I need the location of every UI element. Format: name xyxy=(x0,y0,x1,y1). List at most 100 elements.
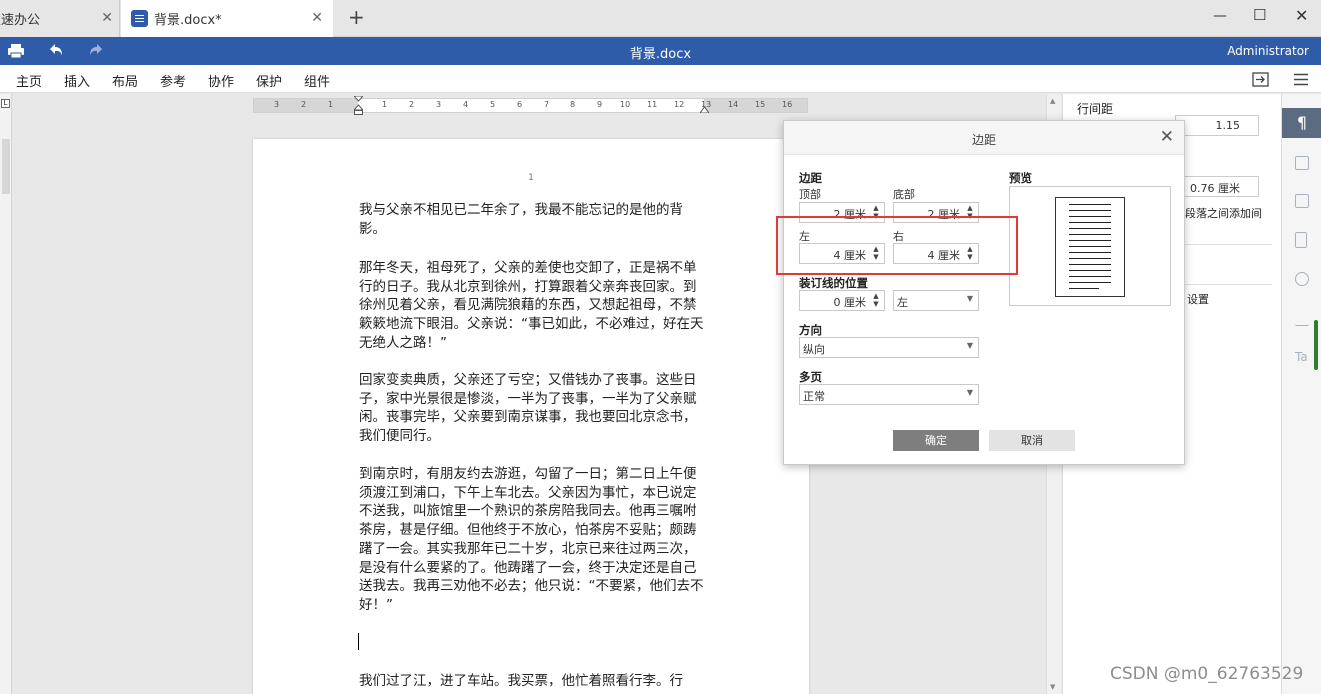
bottom-margin-spinner[interactable]: 2 厘米 ▲ ▼ xyxy=(893,202,979,223)
document-title: 背景.docx xyxy=(629,47,692,62)
chevron-down-icon: ▼ xyxy=(966,388,973,397)
right-indent-marker-icon[interactable] xyxy=(700,104,709,113)
select-value: 左 xyxy=(897,296,908,309)
left-margin-label: 左 xyxy=(799,230,810,243)
header-footer-icon[interactable] xyxy=(1295,232,1307,248)
spinner-arrows-icon[interactable]: ▲ ▼ xyxy=(870,292,882,309)
menu-collaborate[interactable]: 协作 xyxy=(208,71,234,90)
dialog-header[interactable]: 边距 ✕ xyxy=(784,121,1184,155)
ok-button[interactable]: 确定 xyxy=(893,430,979,451)
ruler-tick-label: 3 xyxy=(274,100,280,109)
chevron-down-icon: ▼ xyxy=(966,341,973,350)
ruler-tick-label: 16 xyxy=(782,100,793,109)
left-margin-spinner[interactable]: 4 厘米 ▲ ▼ xyxy=(799,243,885,264)
ruler-tick-label: 1 xyxy=(328,100,334,109)
chevron-down-icon: ▼ xyxy=(966,294,973,303)
right-sidebar: ¶ Ta xyxy=(1281,94,1321,694)
top-margin-label: 顶部 xyxy=(799,188,821,201)
ruler-tick-label: 14 xyxy=(728,100,739,109)
menu-protect[interactable]: 保护 xyxy=(256,71,282,90)
close-icon[interactable]: ✕ xyxy=(311,10,323,26)
menu-bar: 主页 插入 布局 参考 协作 保护 组件 xyxy=(0,65,1321,93)
spinner-arrows-icon[interactable]: ▲ ▼ xyxy=(870,204,882,221)
open-location-icon[interactable] xyxy=(1252,72,1269,87)
spinner-value: 4 厘米 xyxy=(833,249,867,262)
paragraph[interactable]: 我与父亲不相见已二年余了，我最不能忘记的是他的背影。 xyxy=(359,201,704,238)
close-icon[interactable]: ✕ xyxy=(101,10,113,26)
tab-bar: 极速办公 ✕ 背景.docx* ✕ + — ☐ ✕ xyxy=(0,0,1321,37)
multipage-select[interactable]: 正常 ▼ xyxy=(799,384,979,405)
gutter-spinner[interactable]: 0 厘米 ▲ ▼ xyxy=(799,290,885,311)
table-icon[interactable] xyxy=(1295,156,1309,170)
gutter-position-select[interactable]: 左 ▼ xyxy=(893,290,979,311)
spinner-value: 2 厘米 xyxy=(833,208,867,221)
ruler-tick-label: 1 xyxy=(382,100,388,109)
minimize-icon[interactable]: — xyxy=(1213,8,1227,24)
vertical-ruler[interactable]: L xyxy=(0,94,12,694)
spinner-value: 2 厘米 xyxy=(927,208,961,221)
top-margin-spinner[interactable]: 2 厘米 ▲ ▼ xyxy=(799,202,885,223)
gutter-label: 装订线的位置 xyxy=(799,276,868,290)
select-value: 纵向 xyxy=(803,343,825,356)
margin-preview xyxy=(1009,186,1171,306)
close-window-icon[interactable]: ✕ xyxy=(1295,6,1308,25)
paragraph[interactable]: 回家变卖典质，父亲还了亏空；又借钱办了丧事。这些日子，家中光景很是惨淡，一半为了… xyxy=(359,371,704,446)
page-number: 1 xyxy=(528,173,534,183)
new-tab-icon[interactable]: + xyxy=(348,7,365,27)
paragraph-icon[interactable]: ¶ xyxy=(1282,108,1321,138)
chart-icon[interactable] xyxy=(1295,312,1309,326)
indent-marker-icon[interactable] xyxy=(354,96,363,116)
ruler-tick-label: 15 xyxy=(755,100,766,109)
tab-app-home[interactable]: 极速办公 ✕ xyxy=(0,0,120,37)
sidebar-scroll-indicator[interactable] xyxy=(1314,320,1318,370)
spinner-arrows-icon[interactable]: ▲ ▼ xyxy=(870,245,882,262)
spinner-value: 4 厘米 xyxy=(927,249,961,262)
user-name[interactable]: Administrator xyxy=(1227,44,1309,58)
paragraph[interactable]: 到南京时，有朋友约去游逛，勾留了一日；第二日上午便须渡江到浦口，下午上车北去。父… xyxy=(359,465,704,615)
orientation-select[interactable]: 纵向 ▼ xyxy=(799,337,979,358)
document-page[interactable]: 1 我与父亲不相见已二年余了，我最不能忘记的是他的背影。 那年冬天，祖母死了，父… xyxy=(253,139,809,694)
menu-reference[interactable]: 参考 xyxy=(160,71,186,90)
line-spacing-label: 行间距 xyxy=(1077,102,1114,116)
bottom-margin-label: 底部 xyxy=(893,188,915,201)
maximize-icon[interactable]: ☐ xyxy=(1253,6,1266,24)
spinner-value: 0 厘米 xyxy=(833,296,867,309)
advanced-settings-link[interactable]: 设置 xyxy=(1187,291,1209,307)
document-icon xyxy=(131,10,148,27)
dialog-title: 边距 xyxy=(971,133,996,147)
preview-label: 预览 xyxy=(1009,171,1032,185)
cancel-button[interactable]: 取消 xyxy=(989,430,1075,451)
tab-label: 极速办公 xyxy=(0,13,41,28)
text-caret xyxy=(358,633,359,650)
ruler-tick-label: 2 xyxy=(301,100,307,109)
multipage-label: 多页 xyxy=(799,370,822,384)
tab-document[interactable]: 背景.docx* ✕ xyxy=(121,0,333,37)
spinner-arrows-icon[interactable]: ▲ ▼ xyxy=(964,204,976,221)
menu-icon[interactable] xyxy=(1293,73,1309,86)
watermark: CSDN @m0_62763529 xyxy=(1110,664,1304,684)
menu-home[interactable]: 主页 xyxy=(16,71,42,90)
ruler-tick-label: 5 xyxy=(490,100,496,109)
menu-insert[interactable]: 插入 xyxy=(64,71,90,90)
spinner-arrows-icon[interactable]: ▲ ▼ xyxy=(964,245,976,262)
shape-icon[interactable] xyxy=(1295,272,1309,286)
horizontal-ruler[interactable]: 3 2 1 1 2 3 4 5 6 7 8 9 10 11 12 13 14 1… xyxy=(253,96,808,116)
margins-section-label: 边距 xyxy=(799,171,822,185)
paragraph[interactable]: 我们过了江，进了车站。我买票，他忙着照看行李。行 xyxy=(359,672,704,691)
image-icon[interactable] xyxy=(1295,194,1309,208)
ruler-tick-label: 11 xyxy=(647,100,658,109)
paragraph[interactable]: 那年冬天，祖母死了，父亲的差使也交卸了，正是祸不单行的日子。我从北京到徐州，打算… xyxy=(359,259,704,353)
text-art-icon[interactable]: Ta xyxy=(1295,350,1309,364)
tab-stop-icon[interactable]: L xyxy=(1,99,10,108)
spacing-input[interactable]: 0.76 厘米 xyxy=(1175,176,1259,197)
close-icon[interactable]: ✕ xyxy=(1160,127,1174,147)
menu-components[interactable]: 组件 xyxy=(304,71,330,90)
line-spacing-input[interactable]: 1.15 xyxy=(1175,115,1259,136)
right-margin-spinner[interactable]: 4 厘米 ▲ ▼ xyxy=(893,243,979,264)
ruler-tick-label: 10 xyxy=(620,100,631,109)
menu-layout[interactable]: 布局 xyxy=(112,71,138,90)
select-value: 正常 xyxy=(803,390,825,403)
ruler-tick-label: 2 xyxy=(409,100,415,109)
add-spacing-checkbox-label[interactable]: 段落之间添加间 xyxy=(1185,205,1262,221)
ruler-tick-label: 12 xyxy=(674,100,685,109)
